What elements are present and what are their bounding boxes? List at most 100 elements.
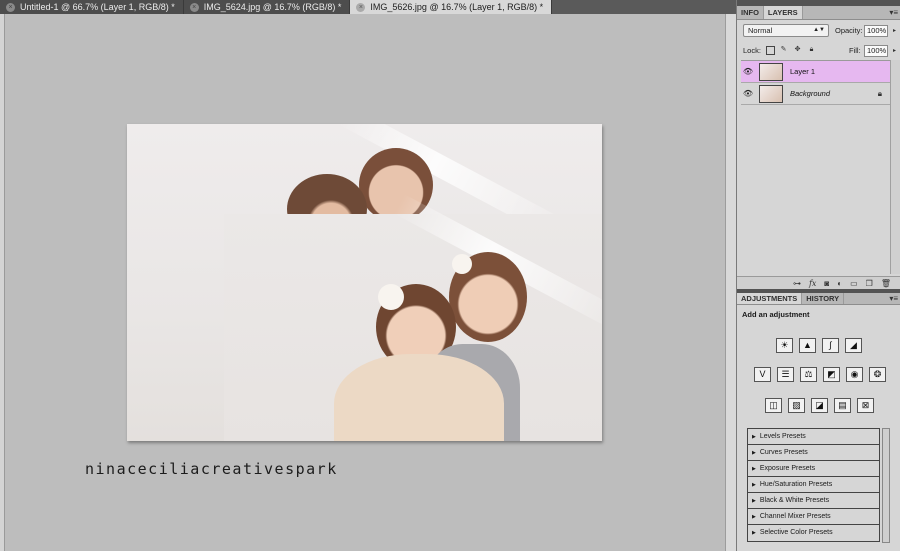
exposure-icon[interactable]: ◢ (845, 338, 862, 353)
layers-footer-toolbar: ⊶ fx ◙ ◐ ▭ ❐ 🗑︎ (737, 276, 900, 289)
opacity-label: Opacity: (835, 26, 863, 35)
right-panel-dock: INFO LAYERS ▾≡ Normal ▲▼ Opacity: 100% ▸… (736, 0, 900, 551)
preset-black-white[interactable]: ▶ Black & White Presets (748, 493, 879, 509)
preset-label: Channel Mixer Presets (759, 513, 831, 520)
new-group-icon[interactable]: ▭ (850, 279, 858, 288)
eye-icon[interactable]: 👁︎ (741, 67, 755, 76)
posterize-icon[interactable]: ▨ (788, 398, 805, 413)
fill-field[interactable]: 100% ▸ (864, 45, 896, 57)
lock-icon: 🔒︎ (877, 89, 882, 98)
preset-label: Hue/Saturation Presets (759, 481, 833, 488)
layer-thumbnail (759, 62, 783, 81)
tab-label: IMG_5626.jpg @ 16.7% (Layer 1, RGB/8) * (370, 2, 544, 12)
new-layer-icon[interactable]: ❐ (866, 279, 873, 288)
dropdown-arrow-icon: ▲▼ (813, 27, 825, 33)
levels-icon[interactable]: ▲ (799, 338, 816, 353)
tab-history[interactable]: HISTORY (802, 293, 845, 304)
fill-value: 100% (867, 46, 887, 55)
hair-bow (378, 284, 404, 310)
lock-position-icon[interactable]: ✥ (793, 46, 802, 55)
preset-levels[interactable]: ▶ Levels Presets (748, 429, 879, 445)
layer-1-content (224, 194, 602, 441)
hue-saturation-icon[interactable]: ☰ (777, 367, 794, 382)
close-icon[interactable]: × (356, 2, 366, 12)
document-tab-bar: × Untitled-1 @ 66.7% (Layer 1, RGB/8) * … (0, 0, 736, 14)
link-layers-icon[interactable]: ⊶ (793, 279, 801, 288)
panel-menu-icon[interactable]: ▾≡ (889, 8, 898, 18)
layer-thumbnail (759, 84, 783, 103)
invert-icon[interactable]: ◫ (765, 398, 782, 413)
document-photo[interactable] (127, 124, 602, 441)
layer-name[interactable]: Background (790, 89, 830, 98)
threshold-icon[interactable]: ◪ (811, 398, 828, 413)
watermark-text: ninaceciliacreativespark (85, 460, 338, 478)
hair-bow (452, 254, 472, 274)
dropdown-arrow-icon[interactable]: ▸ (893, 46, 896, 56)
canvas-area[interactable]: ninaceciliacreativespark (5, 14, 725, 551)
preset-hue-saturation[interactable]: ▶ Hue/Saturation Presets (748, 477, 879, 493)
layer-style-icon[interactable]: fx (809, 279, 816, 288)
preset-label: Levels Presets (759, 433, 806, 440)
lock-image-pixels-icon[interactable]: ✎ (779, 46, 788, 55)
expand-triangle-icon: ▶ (752, 530, 756, 536)
blend-mode-value: Normal (748, 26, 773, 35)
preset-selective-color[interactable]: ▶ Selective Color Presets (748, 525, 879, 541)
selective-color-icon[interactable]: ⊠ (857, 398, 874, 413)
tab-layers[interactable]: LAYERS (763, 6, 803, 19)
close-icon[interactable]: × (6, 2, 15, 12)
adjustments-title: Add an adjustment (742, 310, 810, 319)
adjustment-icons-row-2: V ☰ ⚖ ◩ ◉ ❂ (754, 367, 886, 382)
tab-info[interactable]: INFO (737, 6, 764, 19)
dropdown-arrow-icon[interactable]: ▸ (893, 26, 896, 36)
tab-adjustments[interactable]: ADJUSTMENTS (737, 293, 803, 304)
preset-exposure[interactable]: ▶ Exposure Presets (748, 461, 879, 477)
lock-all-icon[interactable]: 🔒︎ (807, 46, 816, 55)
adjustments-panel-tabs: ADJUSTMENTS HISTORY ▾≡ (737, 293, 900, 305)
document-tab-img-5624[interactable]: × IMG_5624.jpg @ 16.7% (RGB/8) * (183, 0, 351, 14)
preset-label: Black & White Presets (759, 497, 830, 504)
delete-layer-icon[interactable]: 🗑︎ (881, 279, 891, 288)
preset-label: Selective Color Presets (759, 529, 833, 536)
vibrance-icon[interactable]: V (754, 367, 771, 382)
layer-name[interactable]: Layer 1 (790, 67, 815, 76)
color-balance-icon[interactable]: ⚖ (800, 367, 817, 382)
add-mask-icon[interactable]: ◙ (824, 279, 829, 288)
close-icon[interactable]: × (189, 2, 199, 12)
curves-icon[interactable]: ∫ (822, 338, 839, 353)
tab-label: Untitled-1 @ 66.7% (Layer 1, RGB/8) * (20, 2, 175, 12)
gradient-map-icon[interactable]: ▤ (834, 398, 851, 413)
adjustment-presets-list: ▶ Levels Presets ▶ Curves Presets ▶ Exposur… (747, 428, 880, 542)
adjustment-icons-row-1: ☀ ▲ ∫ ◢ (776, 338, 862, 353)
expand-triangle-icon: ▶ (752, 514, 756, 520)
expand-triangle-icon: ▶ (752, 482, 756, 488)
blend-mode-select[interactable]: Normal ▲▼ (743, 24, 829, 37)
panel-menu-icon[interactable]: ▾≡ (889, 294, 898, 304)
channel-mixer-icon[interactable]: ❂ (869, 367, 886, 382)
layer-row-layer-1[interactable]: 👁︎ Layer 1 (741, 61, 890, 83)
adjustment-icons-row-3: ◫ ▨ ◪ ▤ ⊠ (765, 398, 874, 413)
presets-scrollbar[interactable] (882, 428, 890, 543)
new-adjustment-layer-icon[interactable]: ◐ (837, 279, 842, 288)
opacity-value: 100% (867, 26, 887, 35)
expand-triangle-icon: ▶ (752, 498, 756, 504)
layers-scrollbar[interactable] (890, 60, 900, 274)
lock-transparent-icon[interactable] (766, 46, 775, 55)
document-tab-untitled-1[interactable]: × Untitled-1 @ 66.7% (Layer 1, RGB/8) * (0, 0, 184, 14)
preset-label: Curves Presets (759, 449, 808, 456)
opacity-field[interactable]: 100% ▸ (864, 25, 896, 37)
photo-filter-icon[interactable]: ◉ (846, 367, 863, 382)
preset-curves[interactable]: ▶ Curves Presets (748, 445, 879, 461)
lock-label: Lock: (743, 46, 761, 55)
layers-panel-tabs: INFO LAYERS ▾≡ (737, 6, 900, 20)
child-body (334, 354, 504, 441)
layers-list: 👁︎ Layer 1 👁︎ Background 🔒︎ (741, 60, 890, 274)
black-white-icon[interactable]: ◩ (823, 367, 840, 382)
tab-label: IMG_5624.jpg @ 16.7% (RGB/8) * (203, 2, 342, 12)
document-tab-img-5626[interactable]: × IMG_5626.jpg @ 16.7% (Layer 1, RGB/8) … (350, 0, 553, 14)
layer-row-background[interactable]: 👁︎ Background 🔒︎ (741, 83, 890, 105)
eye-icon[interactable]: 👁︎ (741, 89, 755, 98)
expand-triangle-icon: ▶ (752, 434, 756, 440)
panel-dock-gutter (725, 14, 736, 551)
preset-channel-mixer[interactable]: ▶ Channel Mixer Presets (748, 509, 879, 525)
brightness-contrast-icon[interactable]: ☀ (776, 338, 793, 353)
